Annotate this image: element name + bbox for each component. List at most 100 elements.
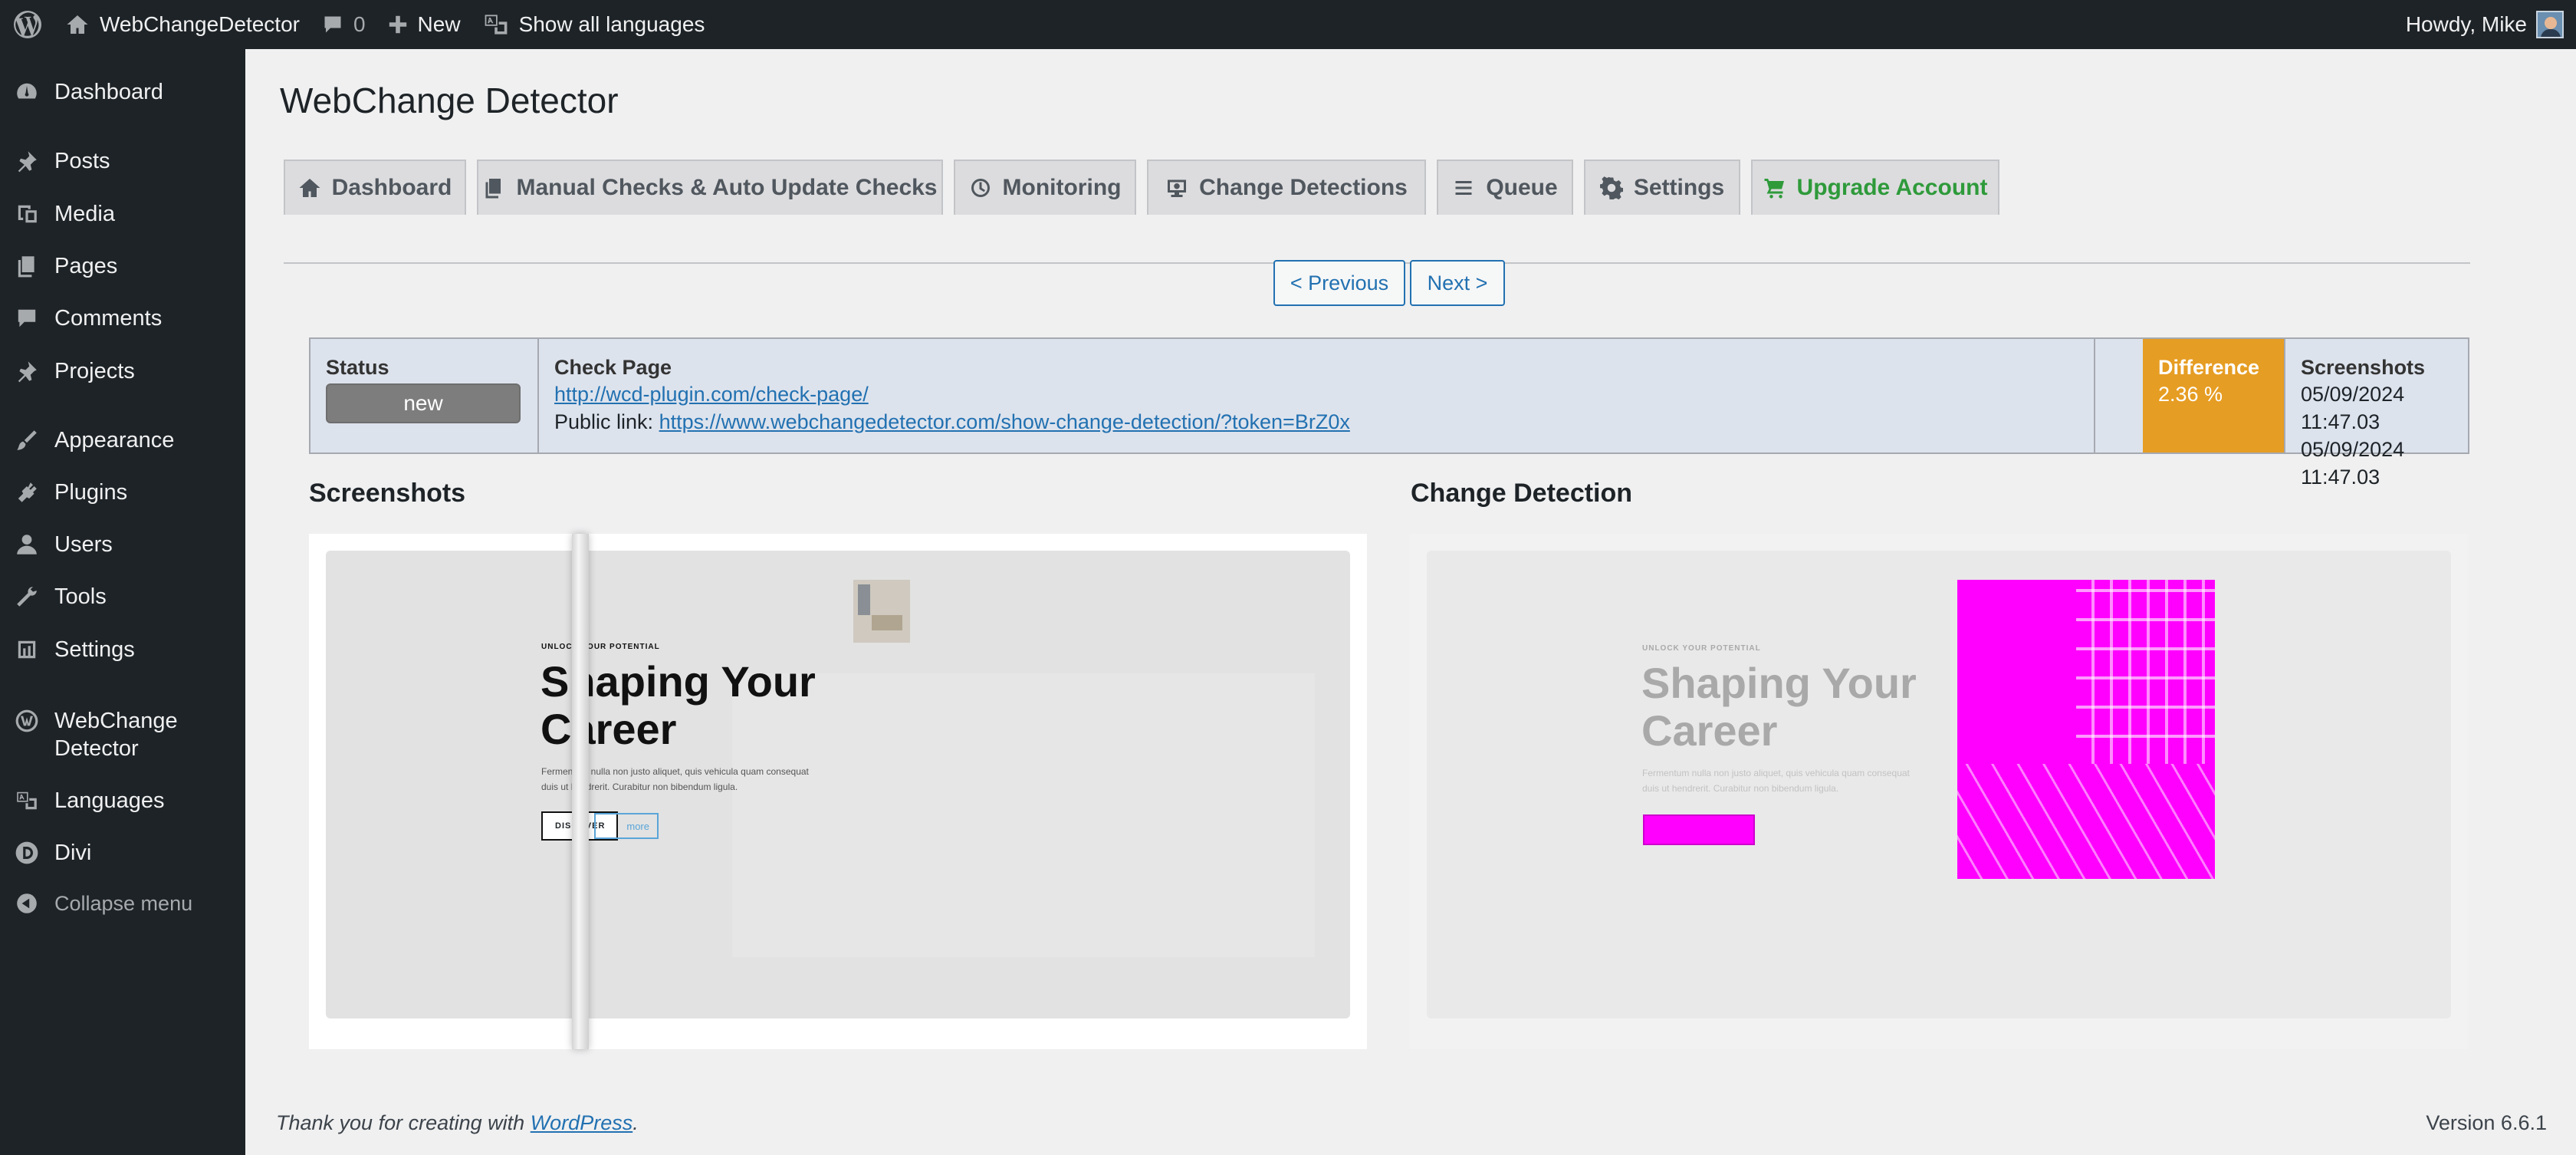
screenshot-comparison[interactable]: UNLOCK YOUR POTENTIAL Shaping Your Caree…	[309, 534, 1367, 1049]
plus-icon	[389, 15, 406, 34]
tab-label: Settings	[1633, 175, 1725, 200]
hero-more-button: more	[594, 813, 659, 839]
sidebar-item-label: Posts	[54, 149, 110, 173]
sidebar-item-users[interactable]: Users	[0, 531, 245, 558]
site-name-label: WebChangeDetector	[100, 12, 300, 36]
sidebar-item-plugins[interactable]: Plugins	[0, 479, 245, 506]
tab-dashboard[interactable]: Dashboard	[284, 160, 466, 215]
sidebar-item-label: Tools	[54, 584, 107, 609]
divi-icon	[15, 841, 38, 864]
tab-settings[interactable]: Settings	[1584, 160, 1740, 215]
plug-icon	[18, 482, 37, 502]
sidebar-item-posts[interactable]: Posts	[0, 147, 245, 175]
sidebar-item-languages[interactable]: Languages	[0, 787, 245, 814]
hero-heading-line: Shaping Your	[1641, 659, 1917, 707]
difference-image: UNLOCK YOUR POTENTIAL Shaping Your Caree…	[1427, 551, 2451, 1018]
nav-tabs: Dashboard Manual Checks & Auto Update Ch…	[284, 160, 2470, 264]
sidebar-item-label: Dashboard	[54, 80, 163, 104]
sidebar-item-dashboard[interactable]: Dashboard	[0, 78, 245, 106]
comment-icon	[324, 16, 341, 33]
sidebar-item-comments[interactable]: Comments	[0, 304, 245, 332]
page-title: WebChange Detector	[280, 81, 619, 120]
tab-label: Queue	[1486, 175, 1558, 200]
difference-cell: Difference 2.36 %	[2143, 339, 2284, 452]
admin-sidebar: Dashboard Posts Media Pages Comments Pro…	[0, 49, 245, 1155]
sidebar-item-label: Comments	[54, 306, 163, 331]
highlight-pattern	[1957, 764, 2215, 879]
status-label: Status	[326, 356, 389, 379]
sidebar-item-label: WebChange	[54, 709, 178, 733]
status-badge[interactable]: new	[326, 383, 521, 423]
user-icon	[17, 535, 37, 554]
tab-queue[interactable]: Queue	[1437, 160, 1573, 215]
previous-button[interactable]: < Previous	[1273, 260, 1405, 306]
tab-manual-checks[interactable]: Manual Checks & Auto Update Checks	[477, 160, 943, 215]
check-page-link[interactable]: http://wcd-plugin.com/check-page/	[554, 383, 869, 406]
highlight-pattern	[2076, 580, 2215, 764]
changed-image-highlight	[1957, 580, 2215, 879]
sidebar-item-label: Divi	[54, 841, 92, 865]
sidebar-item-label: Collapse menu	[54, 892, 193, 915]
sidebar-item-pages[interactable]: Pages	[0, 252, 245, 280]
wcd-icon	[15, 709, 38, 732]
settings-icon	[18, 640, 36, 659]
account-menu[interactable]: Howdy, Mike	[2395, 0, 2576, 49]
languages-label: Show all languages	[518, 12, 705, 36]
gear-icon	[1599, 176, 1623, 199]
wordpress-link[interactable]: WordPress	[531, 1111, 633, 1134]
clock-icon	[971, 179, 990, 197]
tab-upgrade-account[interactable]: Upgrade Account	[1751, 160, 1999, 215]
screenshots-heading: Screenshots	[309, 479, 466, 508]
pages-icon	[18, 256, 34, 278]
sidebar-item-appearance[interactable]: Appearance	[0, 426, 245, 454]
tab-monitoring[interactable]: Monitoring	[954, 160, 1136, 215]
sidebar-item-label: Settings	[54, 637, 135, 662]
sidebar-item-projects[interactable]: Projects	[0, 357, 245, 385]
media-icon	[18, 205, 37, 223]
admin-bar: WebChangeDetector 0 New Show all languag…	[0, 0, 2576, 49]
sidebar-item-media[interactable]: Media	[0, 200, 245, 228]
hero-heading-line: Career	[1641, 706, 1778, 755]
wordpress-logo-icon[interactable]	[0, 0, 55, 49]
show-all-languages-link[interactable]: Show all languages	[472, 0, 716, 49]
pin-icon	[18, 151, 37, 173]
public-link[interactable]: https://www.webchangedetector.com/show-c…	[659, 410, 1350, 433]
sidebar-item-webchange-detector[interactable]: WebChange Detector	[0, 707, 245, 762]
screenshot-date: 05/09/2024 11:47.03	[2301, 438, 2405, 489]
hero-text: Fermentum nulla non justo aliquet, quis …	[1642, 765, 1934, 796]
tab-change-detections[interactable]: Change Detections	[1147, 160, 1426, 215]
sidebar-item-settings[interactable]: Settings	[0, 636, 245, 663]
change-detection-heading: Change Detection	[1411, 479, 1633, 508]
check-page-label: Check Page	[554, 356, 672, 379]
collapse-menu-button[interactable]: Collapse menu	[0, 890, 245, 917]
difference-label: Difference	[2158, 356, 2260, 379]
cart-icon	[1764, 179, 1784, 199]
site-name-link[interactable]: WebChangeDetector	[55, 0, 310, 49]
sidebar-item-tools[interactable]: Tools	[0, 583, 245, 610]
list-icon	[1455, 181, 1472, 195]
sidebar-item-divi[interactable]: Divi	[0, 839, 245, 867]
tab-label: Dashboard	[331, 175, 452, 200]
collapse-icon	[17, 893, 37, 913]
new-content-link[interactable]: New	[376, 0, 472, 49]
sidebar-item-label: Plugins	[54, 480, 128, 505]
hero-eyebrow: UNLOCK YOUR POTENTIAL	[1642, 644, 1761, 653]
image-region	[732, 673, 1315, 957]
sidebar-item-label: Languages	[54, 788, 165, 813]
sidebar-item-label: Media	[54, 202, 115, 226]
comments-link[interactable]: 0	[310, 0, 376, 49]
tab-label: Manual Checks & Auto Update Checks	[516, 175, 938, 200]
translation-icon	[485, 15, 507, 35]
difference-value: 2.36 %	[2158, 383, 2223, 406]
status-cell: Status new	[310, 339, 539, 452]
screenshot-date: 05/09/2024 11:47.03	[2301, 383, 2405, 433]
sidebar-item-label-line2: Detector	[54, 736, 139, 761]
check-page-cell: Check Page http://wcd-plugin.com/check-p…	[539, 339, 2095, 452]
change-detection-image: UNLOCK YOUR POTENTIAL Shaping Your Caree…	[1410, 534, 2468, 1049]
hero-text-line: Fermentum nulla non justo aliquet, quis …	[1642, 768, 1910, 778]
next-button[interactable]: Next >	[1410, 260, 1505, 306]
tab-label: Change Detections	[1199, 175, 1408, 200]
comparison-slider-handle[interactable]	[572, 534, 589, 1049]
home-icon	[299, 179, 320, 197]
footer-period: .	[632, 1111, 639, 1134]
